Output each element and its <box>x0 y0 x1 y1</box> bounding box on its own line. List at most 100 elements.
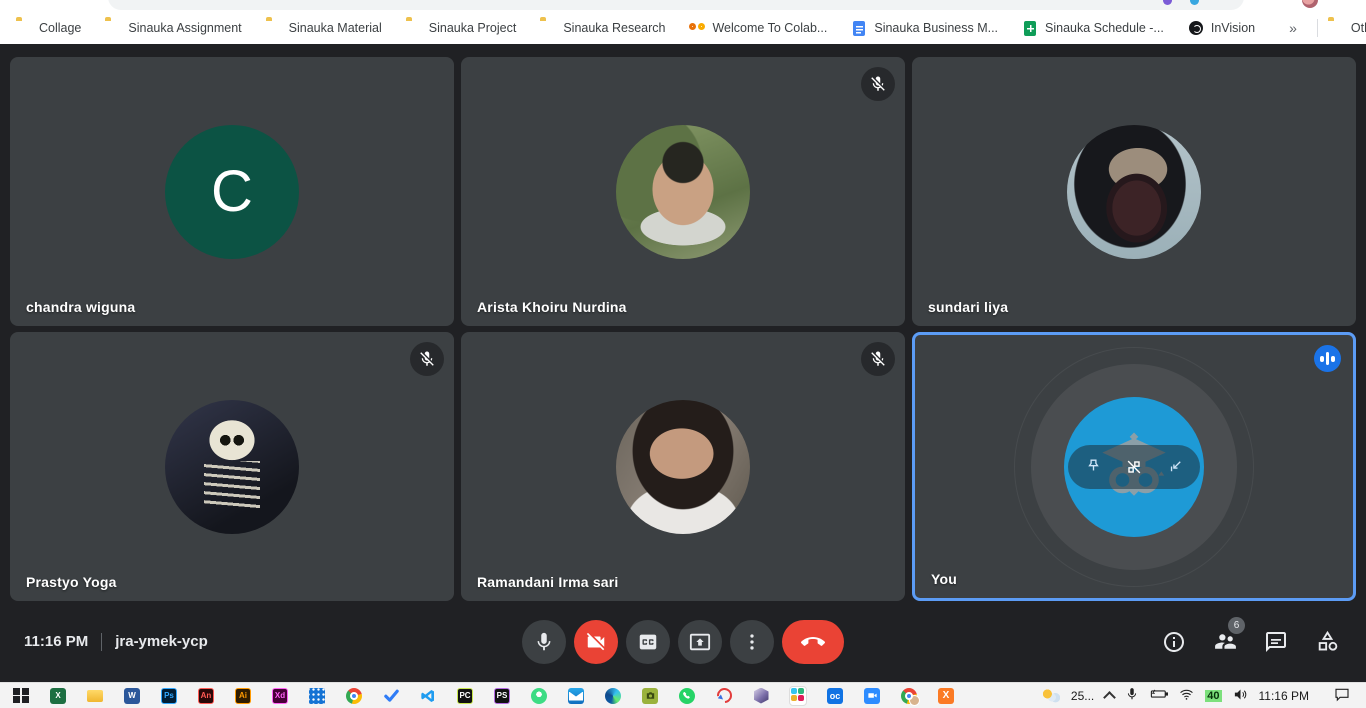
bookmark-sinauka-schedule[interactable]: Sinauka Schedule -... <box>1022 21 1164 36</box>
bookmarks-overflow-chevron[interactable]: » <box>1279 20 1307 36</box>
avatar-photo <box>616 125 750 259</box>
windows-start-button[interactable] <box>12 687 30 705</box>
remove-tile-button[interactable] <box>1119 449 1149 485</box>
present-screen-button[interactable] <box>678 620 722 664</box>
mail-icon[interactable] <box>567 687 585 705</box>
google-sheets-icon <box>1024 21 1036 36</box>
bookmark-sinauka-assignment[interactable]: Sinauka Assignment <box>105 20 241 36</box>
participant-tile-chandra-wiguna[interactable]: C chandra wiguna <box>10 57 454 326</box>
participant-name: You <box>931 571 957 587</box>
divider <box>1317 19 1318 37</box>
phpstorm-icon[interactable]: PS <box>493 687 511 705</box>
microphone-button[interactable] <box>522 620 566 664</box>
todo-check-icon[interactable] <box>382 687 400 705</box>
address-bar-partial[interactable] <box>108 0 1244 10</box>
participant-tile-arista[interactable]: Arista Khoiru Nurdina <box>461 57 905 326</box>
bookmark-label: Sinauka Project <box>429 21 517 35</box>
hexagon-app-icon[interactable] <box>752 687 770 705</box>
other-bookmarks-button[interactable]: Other bookmarks <box>1328 20 1366 36</box>
bookmark-label: Sinauka Research <box>563 21 665 35</box>
participant-tile-prastyo[interactable]: Prastyo Yoga <box>10 332 454 601</box>
chrome-profile-icon[interactable] <box>900 687 918 705</box>
bookmark-label: Sinauka Schedule -... <box>1045 21 1164 35</box>
google-docs-icon <box>853 21 865 36</box>
meet-bottom-bar: 11:16 PM jra-ymek-ycp <box>0 601 1366 682</box>
activities-button[interactable] <box>1314 629 1340 655</box>
more-options-button[interactable] <box>730 620 774 664</box>
muted-mic-icon <box>861 342 895 376</box>
participant-name: Ramandani Irma sari <box>477 574 619 590</box>
action-center-icon[interactable] <box>1334 686 1350 705</box>
avatar-photo <box>616 400 750 534</box>
participant-tile-sundari[interactable]: sundari liya <box>912 57 1356 326</box>
recorder-app-icon[interactable] <box>715 687 733 705</box>
avatar-photo <box>1067 125 1201 259</box>
chat-button[interactable] <box>1263 629 1289 655</box>
animate-icon[interactable]: An <box>197 687 215 705</box>
bookmark-colab[interactable]: Welcome To Colab... <box>689 20 827 36</box>
android-icon[interactable] <box>530 687 548 705</box>
battery-percent-badge[interactable]: 40 <box>1205 690 1221 702</box>
muted-mic-icon <box>410 342 444 376</box>
meeting-clock: 11:16 PM <box>24 633 88 650</box>
wifi-icon[interactable] <box>1179 687 1194 705</box>
bookmark-label: Sinauka Assignment <box>128 21 241 35</box>
file-explorer-icon[interactable] <box>86 687 104 705</box>
slack-icon[interactable] <box>789 687 807 705</box>
weather-temperature[interactable]: 25... <box>1071 689 1094 703</box>
camera-off-button[interactable] <box>574 620 618 664</box>
browser-profile-avatar[interactable] <box>1302 0 1318 8</box>
tray-microphone-icon[interactable] <box>1125 687 1139 704</box>
chrome-icon[interactable] <box>345 687 363 705</box>
bookmark-label: Collage <box>39 21 81 35</box>
tray-expand-chevron[interactable] <box>1103 691 1116 704</box>
battery-icon[interactable] <box>1150 688 1168 703</box>
excel-icon[interactable]: X <box>49 687 67 705</box>
edge-icon[interactable] <box>604 687 622 705</box>
system-tray: 25... 40 11:16 PM <box>1042 686 1366 705</box>
word-icon[interactable]: W <box>123 687 141 705</box>
tray-clock[interactable]: 11:16 PM <box>1259 689 1309 703</box>
video-app-icon[interactable] <box>863 687 881 705</box>
muted-mic-icon <box>861 67 895 101</box>
bookmark-label: Welcome To Colab... <box>712 21 827 35</box>
illustrator-icon[interactable]: Ai <box>234 687 252 705</box>
bookmark-sinauka-business[interactable]: Sinauka Business M... <box>851 21 998 36</box>
volume-icon[interactable] <box>1233 687 1248 705</box>
pin-tile-button[interactable] <box>1078 449 1108 485</box>
participant-tile-ramandani[interactable]: Ramandani Irma sari <box>461 332 905 601</box>
meet-panel-buttons: 6 <box>1161 629 1340 655</box>
camera-app-icon[interactable] <box>641 687 659 705</box>
meeting-code[interactable]: jra-ymek-ycp <box>115 633 208 650</box>
participant-name: sundari liya <box>928 299 1008 315</box>
weather-icon[interactable] <box>1042 689 1060 703</box>
participant-name: Prastyo Yoga <box>26 574 117 590</box>
screen: Collage Sinauka Assignment Sinauka Mater… <box>0 0 1366 708</box>
meeting-details-button[interactable] <box>1161 629 1187 655</box>
bookmark-sinauka-research[interactable]: Sinauka Research <box>540 20 665 36</box>
audio-level-indicator <box>1314 345 1341 372</box>
photoshop-icon[interactable]: Ps <box>160 687 178 705</box>
participants-button[interactable]: 6 <box>1212 629 1238 655</box>
calendar-icon[interactable] <box>308 687 326 705</box>
oc-app-icon[interactable]: oc <box>826 687 844 705</box>
bookmark-sinauka-project[interactable]: Sinauka Project <box>406 20 517 36</box>
minimize-tile-button[interactable] <box>1160 449 1190 485</box>
bookmarks-bar: Collage Sinauka Assignment Sinauka Mater… <box>0 12 1366 44</box>
pycharm-icon[interactable]: PC <box>456 687 474 705</box>
captions-button[interactable] <box>626 620 670 664</box>
bookmark-label: Sinauka Material <box>289 21 382 35</box>
bookmark-invision[interactable]: InVision <box>1188 20 1255 36</box>
whatsapp-icon[interactable] <box>678 687 696 705</box>
bookmark-collage[interactable]: Collage <box>16 20 81 36</box>
invision-icon <box>1189 21 1203 35</box>
participant-tile-you[interactable]: You <box>912 332 1356 601</box>
avatar-photo <box>165 400 299 534</box>
vscode-icon[interactable] <box>419 687 437 705</box>
participant-name: Arista Khoiru Nurdina <box>477 299 627 315</box>
bookmark-sinauka-material[interactable]: Sinauka Material <box>266 20 382 36</box>
adobe-xd-icon[interactable]: Xd <box>271 687 289 705</box>
avatar-initial: C <box>165 125 299 259</box>
leave-call-button[interactable] <box>782 620 844 664</box>
xampp-icon[interactable]: X <box>937 687 955 705</box>
